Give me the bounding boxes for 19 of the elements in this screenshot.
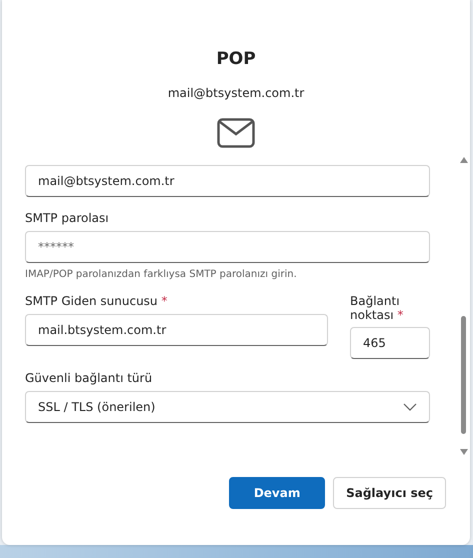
field-label: Bağlantı noktası * xyxy=(350,294,404,322)
dialog-title: POP xyxy=(216,49,256,69)
choose-provider-button[interactable]: Sağlayıcı seç xyxy=(333,477,446,509)
password-field[interactable]: ****** xyxy=(25,231,430,263)
scroll-down-icon[interactable] xyxy=(460,449,468,455)
account-email: mail@btsystem.com.tr xyxy=(168,86,304,100)
continue-button[interactable]: Devam xyxy=(229,477,326,509)
hint-text: IMAP/POP parolanızdan farklıysa SMTP parolanızı girin. xyxy=(25,269,298,280)
mail-icon xyxy=(217,118,255,148)
text-field[interactable]: mail@btsystem.com.tr xyxy=(25,165,430,197)
server-field[interactable]: mail.btsystem.com.tr xyxy=(25,314,328,346)
field-label: SMTP Giden sunucusu * xyxy=(25,294,168,308)
security-dropdown[interactable]: SSL / TLS (önerilen) xyxy=(25,391,430,423)
field-label: Güvenli bağlantı türü xyxy=(25,371,154,385)
field-label: SMTP parolası xyxy=(25,211,110,225)
port-field[interactable]: 465 xyxy=(350,327,430,359)
scrollbar-thumb[interactable] xyxy=(461,316,466,434)
scroll-up-icon[interactable] xyxy=(460,157,468,163)
chevron-icon xyxy=(403,403,417,411)
